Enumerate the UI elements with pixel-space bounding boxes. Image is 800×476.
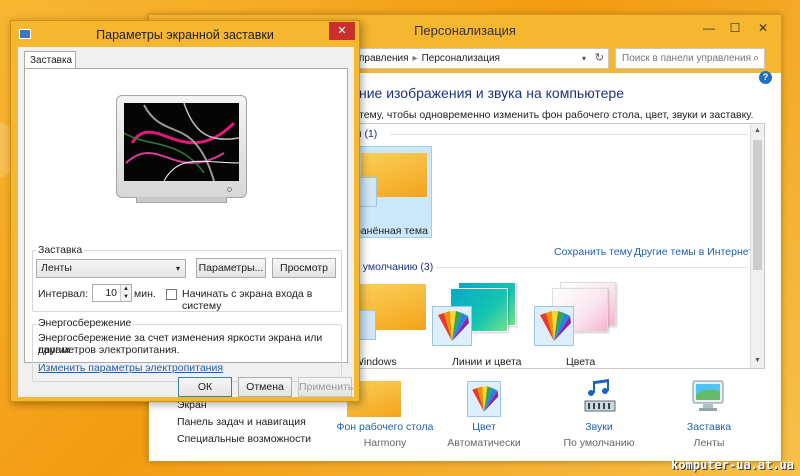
- power-group-title: Энергосбережение: [36, 317, 134, 329]
- breadcrumb-personalization[interactable]: Персонализация: [422, 53, 500, 64]
- stepper-down-icon[interactable]: ▼: [121, 293, 131, 301]
- bottom-item-value: По умолчанию: [563, 437, 635, 449]
- close-button[interactable]: ✕: [329, 22, 355, 40]
- ok-button[interactable]: ОК: [178, 377, 232, 397]
- screensaver-select-value: Ленты: [41, 262, 72, 274]
- power-description-line2: параметров электропитания.: [38, 344, 180, 356]
- theme-label: ранённая тема: [355, 225, 428, 237]
- theme-window-thumbnail: [358, 310, 376, 340]
- stepper-up-icon[interactable]: ▲: [121, 285, 131, 293]
- interval-label: Интервал:: [38, 288, 89, 300]
- screensaver-group-title: Заставка: [36, 244, 85, 256]
- page-description: тему, чтобы одновременно изменить фон ра…: [359, 109, 754, 121]
- cancel-button[interactable]: Отмена: [238, 377, 292, 397]
- theme-label: Цвета: [566, 356, 596, 368]
- scroll-thumb[interactable]: [753, 140, 762, 270]
- save-theme-link[interactable]: Сохранить тему: [554, 246, 632, 258]
- change-power-settings-link[interactable]: Изменить параметры электропитания: [38, 362, 223, 374]
- interval-stepper[interactable]: 10 ▲ ▼: [92, 284, 132, 302]
- group-divider: [390, 134, 748, 135]
- interval-value[interactable]: 10: [105, 287, 117, 299]
- minimize-button[interactable]: —: [697, 19, 721, 37]
- address-bar[interactable]: управления ▸ Персонализация ▾ ↻: [345, 48, 609, 69]
- color-fan-icon: [467, 381, 501, 417]
- preview-button[interactable]: Просмотр: [272, 258, 336, 278]
- interval-unit: мин.: [134, 288, 156, 300]
- screensaver-preview: [124, 103, 239, 181]
- dialog-body: Заставка Заставка Ленты ▾ Параметры... П…: [18, 47, 354, 397]
- search-input[interactable]: Поиск в панели управления ⌕: [615, 48, 765, 69]
- monitor-stand: [136, 197, 227, 203]
- saved-theme-tile[interactable]: ранённая тема: [354, 146, 432, 238]
- tab-screensaver[interactable]: Заставка: [24, 51, 76, 69]
- bottom-item-label: Фон рабочего стола: [336, 421, 434, 433]
- close-button[interactable]: ✕: [751, 19, 775, 37]
- screensaver-select[interactable]: Ленты ▾: [36, 259, 186, 278]
- maximize-button[interactable]: ☐: [723, 19, 747, 37]
- power-led: [227, 187, 232, 192]
- refresh-icon[interactable]: ↻: [595, 49, 604, 68]
- logon-checkbox-label[interactable]: Начинать с экрана входа в систему: [182, 288, 354, 312]
- bottom-item-value: Ленты: [693, 437, 725, 449]
- theme-window-thumbnail: [359, 177, 377, 207]
- search-icon[interactable]: ⌕: [753, 49, 759, 68]
- breadcrumb-control-panel[interactable]: управления: [354, 53, 409, 64]
- side-link-taskbar[interactable]: Панель задач и навигация: [177, 416, 306, 428]
- bottom-item-label: Цвет: [472, 421, 496, 433]
- logon-checkbox[interactable]: [166, 289, 177, 300]
- default-themes-group-label: о умолчанию (3): [354, 261, 434, 273]
- chevron-down-icon[interactable]: ▾: [582, 49, 586, 68]
- page-heading: ние изображения и звука на компьютере: [359, 85, 625, 101]
- scroll-up-icon[interactable]: ▲: [751, 124, 764, 138]
- dialog-title: Параметры экранной заставки: [96, 28, 274, 42]
- theme-label: Windows: [354, 356, 397, 368]
- theme-label: Линии и цвета: [452, 356, 522, 368]
- search-placeholder: Поиск в панели управления: [622, 53, 752, 64]
- apply-button[interactable]: Применить: [298, 377, 353, 397]
- scroll-down-icon[interactable]: ▼: [751, 354, 764, 368]
- side-link-accessibility[interactable]: Специальные возможности: [177, 433, 311, 445]
- monitor-icon: [689, 377, 729, 417]
- group-divider: [436, 267, 748, 268]
- online-themes-link[interactable]: Другие темы в Интернете: [634, 246, 759, 258]
- chevron-down-icon: ▾: [175, 264, 180, 273]
- color-fan-icon: [432, 306, 472, 346]
- color-fan-icon: [534, 306, 574, 346]
- breadcrumb-separator-icon: ▸: [412, 53, 418, 64]
- bottom-item-value: Harmony: [363, 437, 407, 449]
- screensaver-settings-dialog: Параметры экранной заставки ✕ Заставка З…: [10, 20, 360, 402]
- themes-list[interactable]: ы (1) ранённая тема Сохранить тему Други…: [353, 123, 765, 369]
- stepper-arrows[interactable]: ▲ ▼: [120, 285, 131, 301]
- themes-scrollbar[interactable]: ▲ ▼: [750, 124, 764, 368]
- watermark: komputer-ua.at.ua: [671, 458, 794, 472]
- dialog-titlebar[interactable]: Параметры экранной заставки ✕: [11, 21, 359, 47]
- bottom-item-label: Звуки: [585, 421, 613, 433]
- help-icon[interactable]: ?: [759, 71, 772, 84]
- preview-monitor: [116, 95, 247, 198]
- bottom-item-value: Автоматически: [447, 437, 521, 449]
- sounds-icon: [579, 377, 619, 417]
- settings-button[interactable]: Параметры...: [196, 258, 266, 278]
- bottom-item-label: Заставка: [686, 421, 732, 433]
